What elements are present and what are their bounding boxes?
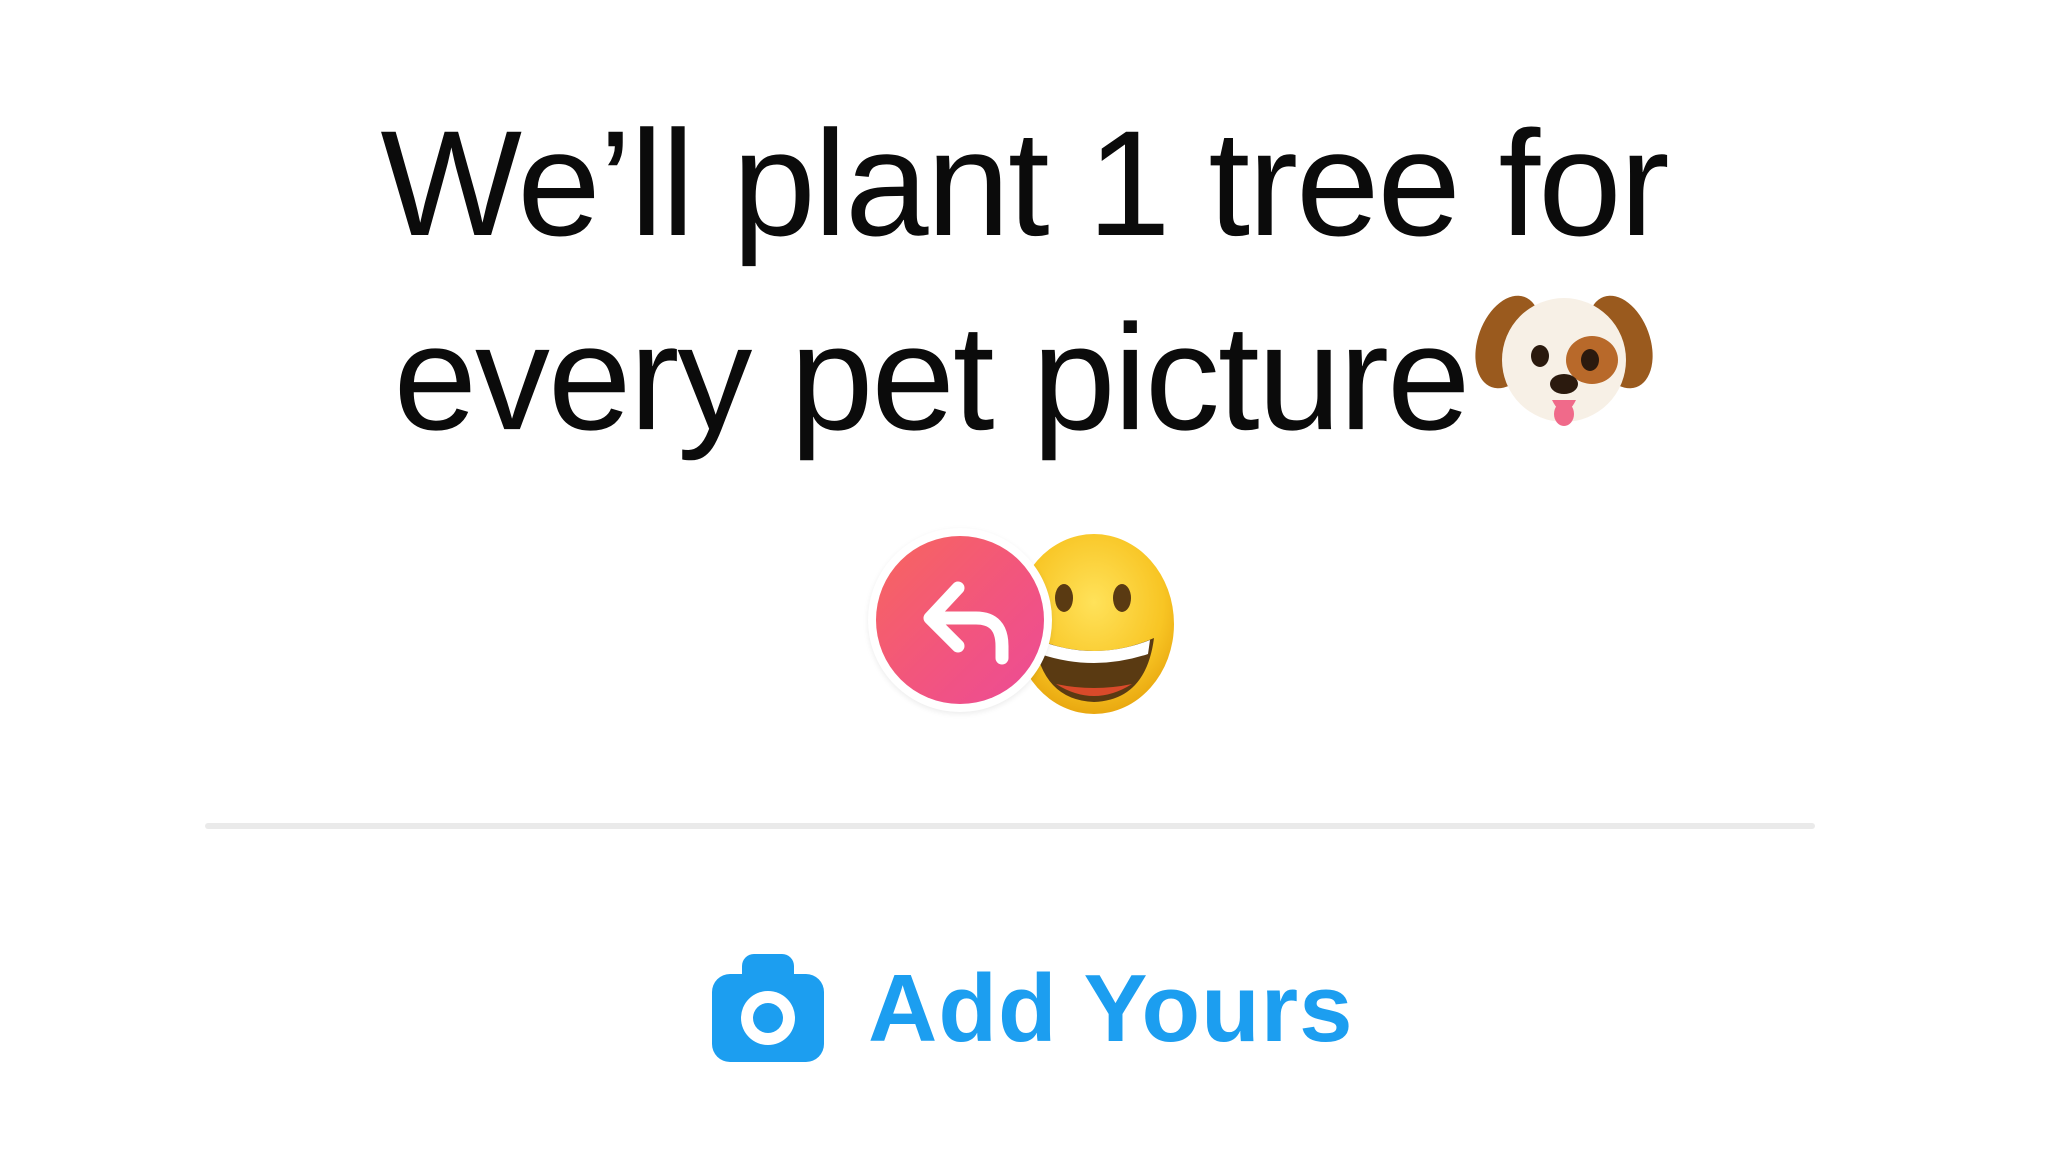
add-yours-button[interactable]: Add Yours bbox=[708, 950, 1353, 1068]
reply-badge-circle bbox=[876, 536, 1044, 704]
add-yours-label: Add Yours bbox=[868, 955, 1354, 1062]
prompt-line-1: We’ll plant 1 tree for bbox=[380, 99, 1669, 267]
prompt-line-2-text: every pet picture bbox=[393, 293, 1471, 462]
reply-badge[interactable] bbox=[868, 528, 1052, 712]
dog-face-icon bbox=[1474, 264, 1654, 487]
prompt-line-2: every pet picture bbox=[0, 278, 2048, 501]
sticker-prompt: We’ll plant 1 tree for every pet picture bbox=[0, 88, 2048, 501]
reply-avatars[interactable] bbox=[868, 528, 1188, 718]
divider bbox=[205, 823, 1815, 829]
camera-icon bbox=[708, 948, 828, 1071]
reply-arrow-icon bbox=[923, 581, 1009, 665]
